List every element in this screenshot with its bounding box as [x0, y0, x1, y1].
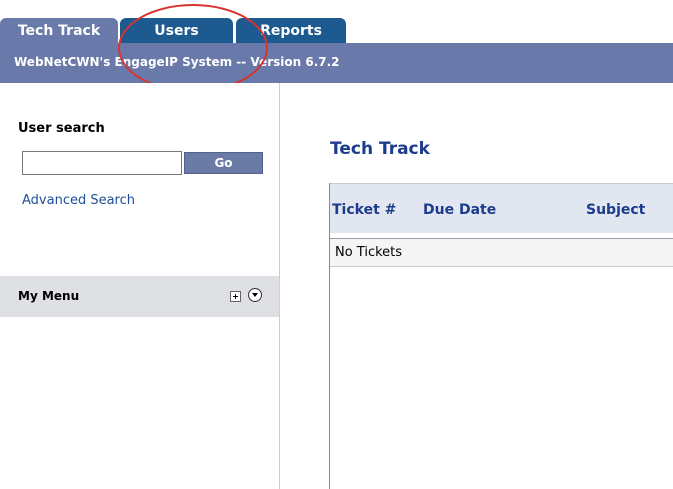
go-button[interactable]: Go	[184, 152, 263, 174]
page-title: Tech Track	[330, 139, 430, 159]
chevron-down-circle-icon[interactable]	[248, 288, 262, 302]
tab-bar: Tech Track Users Reports	[0, 0, 673, 43]
advanced-search-link[interactable]: Advanced Search	[22, 193, 135, 208]
system-title: WebNetCWN's EngageIP System -- Version 6…	[14, 55, 340, 69]
tab-label: Tech Track	[17, 22, 101, 39]
tab-users[interactable]: Users	[120, 18, 233, 43]
expand-plus-icon[interactable]	[230, 291, 241, 302]
my-menu-header: My Menu	[0, 276, 279, 317]
my-menu-label: My Menu	[18, 289, 80, 303]
sidebar: User search Go Advanced Search My Menu	[0, 83, 280, 489]
user-search-input[interactable]	[22, 151, 182, 175]
table-header: Ticket # Due Date Subject	[330, 184, 673, 233]
header-bar: WebNetCWN's EngageIP System -- Version 6…	[0, 43, 673, 83]
table-row: No Tickets	[330, 238, 673, 267]
column-subject[interactable]: Subject	[586, 202, 645, 218]
column-ticket-number[interactable]: Ticket #	[332, 202, 396, 218]
tab-reports[interactable]: Reports	[236, 18, 346, 43]
tab-tech-track[interactable]: Tech Track	[0, 18, 118, 43]
column-due-date[interactable]: Due Date	[423, 202, 496, 218]
user-search-label: User search	[18, 121, 105, 136]
empty-message: No Tickets	[335, 245, 403, 260]
tab-divider	[233, 22, 235, 41]
tab-label: Users	[154, 22, 199, 39]
ticket-table: Ticket # Due Date Subject No Tickets	[329, 183, 673, 489]
tab-label: Reports	[260, 22, 322, 39]
